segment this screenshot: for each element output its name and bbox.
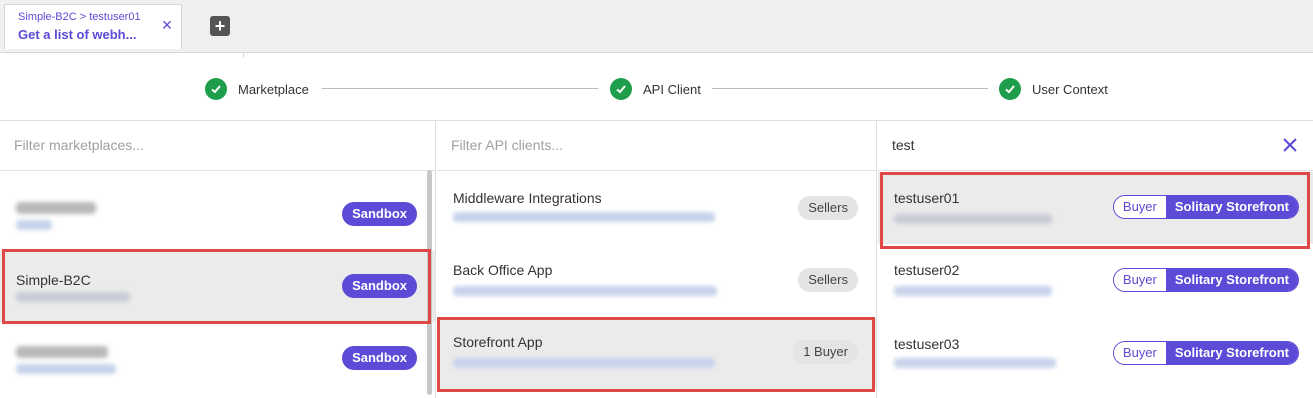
check-icon	[999, 78, 1021, 100]
user-id-redacted	[894, 214, 1052, 224]
tab-bar: Simple-B2C > testuser01 Get a list of we…	[0, 0, 1313, 53]
user-name: testuser01	[894, 190, 960, 206]
tab-breadcrumb: Simple-B2C > testuser01	[18, 11, 141, 23]
tab-title: Get a list of webh...	[18, 27, 137, 42]
api-client-filter	[437, 120, 876, 171]
api-client-filter-input[interactable]	[451, 120, 830, 170]
role-buyer: Buyer	[1113, 269, 1166, 291]
user-item-selected[interactable]: testuser01 Buyer Solitary Storefront	[878, 172, 1313, 244]
step-connector	[322, 88, 598, 89]
api-client-item[interactable]: Middleware Integrations Sellers	[437, 172, 876, 244]
api-client-name: Middleware Integrations	[453, 190, 602, 206]
marketplace-name: Simple-B2C	[16, 272, 91, 288]
role-buyer: Buyer	[1113, 342, 1166, 364]
user-item[interactable]: testuser02 Buyer Solitary Storefront	[878, 244, 1313, 316]
role-storefront: Solitary Storefront	[1165, 269, 1298, 291]
step-label: API Client	[643, 81, 701, 97]
api-client-id-redacted	[453, 212, 715, 222]
user-roles: Buyer Solitary Storefront	[1112, 195, 1299, 219]
user-filter-input[interactable]	[892, 120, 1267, 170]
marketplace-filter	[0, 120, 435, 171]
api-client-item[interactable]: Back Office App Sellers	[437, 244, 876, 316]
user-roles: Buyer Solitary Storefront	[1112, 268, 1299, 292]
marketplace-id-redacted	[16, 292, 130, 302]
api-client-id-redacted	[453, 286, 717, 296]
user-roles: Buyer Solitary Storefront	[1112, 341, 1299, 365]
context-stepper: Marketplace API Client User Context	[0, 58, 1313, 121]
request-tab[interactable]: Simple-B2C > testuser01 Get a list of we…	[4, 4, 182, 49]
user-item[interactable]: testuser03 Buyer Solitary Storefront	[878, 316, 1313, 388]
clear-search-icon[interactable]	[1281, 136, 1299, 154]
marketplace-item[interactable]: Sandbox	[0, 178, 435, 250]
user-id-redacted	[894, 286, 1052, 296]
check-icon	[205, 78, 227, 100]
api-client-name: Storefront App	[453, 334, 543, 350]
role-buyer: Buyer	[1113, 196, 1166, 218]
sandbox-badge: Sandbox	[342, 346, 417, 370]
role-storefront: Solitary Storefront	[1165, 342, 1298, 364]
add-tab-button[interactable]: +	[210, 16, 230, 36]
api-client-id-redacted	[453, 358, 715, 368]
step-api-client[interactable]: API Client	[610, 78, 701, 100]
marketplace-name-redacted	[16, 202, 96, 214]
user-filter	[878, 120, 1313, 171]
step-marketplace[interactable]: Marketplace	[205, 78, 309, 100]
sellers-badge: Sellers	[798, 268, 858, 292]
marketplace-name-redacted	[16, 346, 108, 358]
sellers-badge: Sellers	[798, 196, 858, 220]
marketplace-item[interactable]: Sandbox	[0, 322, 435, 394]
api-client-name: Back Office App	[453, 262, 553, 278]
marketplace-filter-input[interactable]	[14, 120, 389, 170]
user-name: testuser03	[894, 336, 960, 352]
sandbox-badge: Sandbox	[342, 274, 417, 298]
user-column: testuser01 Buyer Solitary Storefront tes…	[878, 120, 1313, 398]
step-connector	[712, 88, 988, 89]
buyer-count-badge: 1 Buyer	[793, 340, 858, 364]
marketplace-column: Sandbox Simple-B2C Sandbox Sandbox	[0, 120, 436, 398]
marketplace-id-redacted	[16, 364, 116, 374]
role-storefront: Solitary Storefront	[1165, 196, 1298, 218]
step-label: Marketplace	[238, 81, 309, 97]
marketplace-item-selected[interactable]: Simple-B2C Sandbox	[0, 250, 435, 322]
user-name: testuser02	[894, 262, 960, 278]
sandbox-badge: Sandbox	[342, 202, 417, 226]
api-client-item-selected[interactable]: Storefront App 1 Buyer	[437, 318, 876, 390]
marketplace-id-redacted	[16, 220, 52, 230]
marketplace-scrollbar[interactable]	[427, 170, 432, 395]
step-label: User Context	[1032, 81, 1108, 97]
check-icon	[610, 78, 632, 100]
user-id-redacted	[894, 358, 1056, 368]
api-client-column: Middleware Integrations Sellers Back Off…	[437, 120, 877, 398]
step-user-context[interactable]: User Context	[999, 78, 1108, 100]
close-tab-icon[interactable]: ×	[159, 16, 175, 34]
